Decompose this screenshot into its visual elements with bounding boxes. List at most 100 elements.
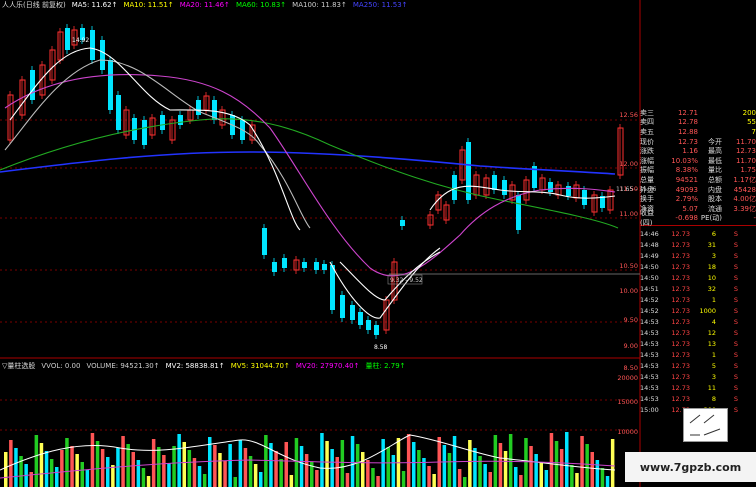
- volume-bar: [187, 450, 192, 487]
- tick-time: 14:53: [640, 372, 659, 381]
- quote-value: -: [753, 214, 756, 223]
- volume-bar: [468, 440, 472, 487]
- drawing-tool-icon: [689, 414, 721, 436]
- volume-bar: [534, 454, 538, 487]
- volume-bar: [85, 470, 90, 487]
- volume-bar: [559, 449, 564, 487]
- tick-side: S: [733, 350, 738, 359]
- tick-row: 14:53 12.73 3 S: [640, 371, 756, 382]
- tick-row: 14:53 12.73 12 S: [640, 327, 756, 338]
- candlestick: [466, 142, 471, 200]
- tick-time: 14:50: [640, 273, 659, 282]
- volume-bar: [519, 475, 523, 487]
- tick-volume: 1: [711, 295, 716, 304]
- candlestick: [340, 295, 345, 318]
- volume-bar: [4, 452, 8, 487]
- volume-bar: [284, 442, 288, 487]
- quote-value: 94521: [675, 175, 698, 184]
- candlestick: [282, 258, 287, 268]
- quote-label: 外盘: [640, 185, 654, 194]
- tick-price: 12.73: [671, 350, 690, 359]
- price-axis-label: 10.50: [619, 262, 638, 270]
- tick-volume: 8: [711, 394, 716, 403]
- quote-row: 收益(四) -0.698 PE(动) -: [640, 209, 756, 227]
- volume-bar: [585, 444, 589, 487]
- quote-value: -0.698: [675, 214, 698, 223]
- tick-row: 14:46 12.73 6 S: [640, 228, 756, 239]
- volume-bar: [432, 474, 436, 487]
- quote-label: 振幅: [640, 166, 654, 175]
- tick-price: 12.73: [671, 394, 690, 403]
- volume-bar: [580, 436, 584, 487]
- tick-time: 14:51: [640, 284, 659, 293]
- drawing-tool-panel[interactable]: [683, 408, 728, 442]
- volume-bar: [182, 442, 186, 487]
- candlestick: [539, 177, 546, 191]
- volume-bar: [473, 448, 477, 487]
- volume-bar: [106, 457, 110, 487]
- tick-time: 14:53: [640, 317, 659, 326]
- volume-bar: [141, 468, 146, 487]
- quote-value: 45428: [733, 185, 756, 194]
- ma100-line: [0, 151, 616, 175]
- tick-price: 12.73: [671, 372, 690, 381]
- quote-label: 流通: [708, 204, 722, 213]
- ma20-line: [4, 74, 616, 277]
- quote-label: 今开: [708, 137, 722, 146]
- quote-row: 卖三 12.71 200: [640, 108, 756, 118]
- volume-bar: [376, 476, 380, 487]
- candlestick: [272, 262, 277, 272]
- tick-row: 14:53 12.73 4 S: [640, 316, 756, 327]
- tick-price: 12.73: [671, 306, 690, 315]
- candlestick: [607, 189, 614, 211]
- quote-label: PE(动): [700, 214, 722, 223]
- high-annotation: 14.92: [72, 37, 89, 44]
- candlestick: [293, 259, 300, 271]
- volume-bar: [401, 471, 406, 487]
- volume-bar: [304, 454, 309, 487]
- candlestick: [314, 262, 319, 270]
- tick-side: S: [733, 317, 738, 326]
- volume-bar: [595, 460, 600, 487]
- volume-bar: [70, 446, 74, 487]
- volume-bar: [90, 433, 95, 487]
- tick-row: 14:52 12.73 1 S: [640, 294, 756, 305]
- volume-bar: [503, 451, 508, 487]
- quote-row: 涨幅 10.03% 最低 11.70: [640, 156, 756, 166]
- quote-value: 8.38%: [675, 166, 698, 175]
- volume-bar: [44, 451, 49, 487]
- tick-side: S: [733, 306, 738, 315]
- volume-bar: [14, 448, 18, 487]
- low-annotation: 8.58: [374, 344, 388, 351]
- candlestick: [516, 195, 521, 230]
- quote-value: 11.70: [735, 137, 756, 146]
- tick-row: 14:48 12.73 31 S: [640, 239, 756, 250]
- volume-bar: [55, 467, 59, 487]
- volume-bar: [366, 460, 370, 487]
- quote-label: 卖四: [640, 118, 654, 127]
- volume-bar: [197, 466, 202, 487]
- quote-volume: 7: [751, 127, 756, 136]
- volume-bar: [233, 477, 237, 487]
- tick-side: S: [733, 328, 738, 337]
- tick-row: 14:52 12.73 1000 S: [640, 305, 756, 316]
- candlestick: [100, 40, 105, 70]
- tick-row: 14:53 12.73 13 S: [640, 338, 756, 349]
- volume-bar: [340, 440, 345, 487]
- quote-row: 外盘 49093 内盘 45428: [640, 185, 756, 195]
- candlestick: [492, 175, 497, 190]
- volume-bar: [498, 443, 503, 487]
- volume-bar: [488, 472, 492, 487]
- volume-bar: [565, 432, 569, 487]
- quote-label: 涨幅: [640, 156, 654, 165]
- tick-side: S: [733, 295, 738, 304]
- quote-label: 最高: [708, 147, 722, 156]
- candlestick: [366, 320, 371, 330]
- tick-row: 14:50 12.73 10 S: [640, 272, 756, 283]
- vol-vvol: VVOL: 0.00: [41, 362, 81, 370]
- volume-bar: [514, 467, 518, 487]
- volume-bar: [463, 477, 467, 487]
- volume-bar: [228, 444, 232, 487]
- vol-title: ▽量柱选股: [2, 362, 36, 370]
- volume-bar: [391, 455, 396, 487]
